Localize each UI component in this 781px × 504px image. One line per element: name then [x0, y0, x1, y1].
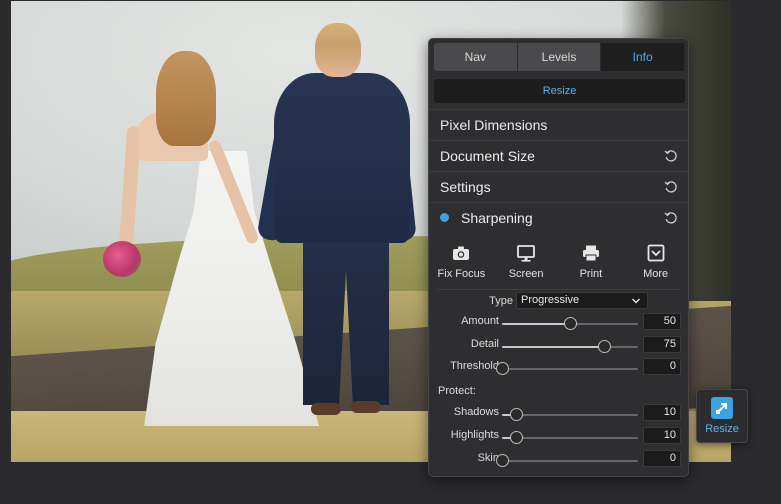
slider-row-amount: Amount 50 [429, 313, 688, 333]
slider-fill [502, 345, 604, 348]
slider-value-field[interactable]: 10 [643, 427, 681, 444]
slider-thumb[interactable] [496, 362, 509, 375]
slider-label: Threshold [450, 360, 499, 372]
type-select[interactable]: Progressive [516, 292, 648, 309]
tool-more[interactable]: More [623, 235, 688, 287]
bouquet [103, 241, 141, 277]
slider-row-detail: Detail 75 [429, 335, 688, 356]
tool-label: Print [579, 268, 603, 280]
resize-float-button[interactable]: Resize [696, 389, 748, 443]
slider-thumb[interactable] [509, 431, 523, 444]
info-panel: Nav Levels Info Resize Pixel Dimensions … [428, 38, 689, 477]
groom-jacket [274, 73, 410, 243]
reset-icon[interactable] [664, 211, 678, 225]
chevron-down-icon [632, 298, 640, 304]
slider-label: Shadows [453, 406, 499, 418]
slider-row-threshold: Threshold 0 [429, 358, 688, 378]
groom-shoe [351, 401, 381, 413]
slider-thumb[interactable] [496, 454, 509, 467]
section-label: Sharpening [461, 209, 533, 226]
bride-hair [156, 51, 216, 146]
section-pixel-dimensions[interactable]: Pixel Dimensions [429, 109, 688, 139]
slider-track[interactable] [502, 431, 638, 444]
tool-label: Fix Focus [437, 268, 486, 280]
type-label: Type [489, 295, 513, 307]
groom-shoe [311, 403, 341, 415]
tool-screen[interactable]: Screen [494, 235, 559, 287]
tab-nav[interactable]: Nav [434, 43, 518, 71]
slider-track[interactable] [496, 454, 638, 467]
slider-row-skin: Skin 0 [429, 450, 688, 470]
groom-head [315, 23, 361, 77]
reset-icon[interactable] [664, 180, 678, 194]
slider-thumb[interactable] [509, 408, 523, 421]
slider-value-field[interactable]: 0 [643, 450, 681, 467]
type-row: Type Progressive [429, 292, 688, 312]
slider-label: Amount [461, 315, 499, 327]
slider-value-field[interactable]: 50 [643, 313, 681, 330]
slider-fill [502, 323, 570, 325]
tab-levels[interactable]: Levels [517, 43, 602, 71]
tool-print[interactable]: Print [559, 235, 624, 287]
slider-track[interactable] [502, 317, 638, 330]
resize-button[interactable]: Resize [434, 79, 685, 103]
slider-track[interactable] [502, 408, 638, 421]
section-label: Pixel Dimensions [440, 116, 548, 133]
slider-row-shadows: Shadows 10 [429, 404, 688, 424]
slider-value-field[interactable]: 10 [643, 404, 681, 421]
divider [437, 289, 680, 290]
printer-icon [582, 245, 599, 262]
section-label: Document Size [440, 147, 535, 164]
tool-label: Screen [508, 268, 544, 280]
slider-thumb[interactable] [598, 339, 611, 353]
resize-icon [711, 397, 733, 419]
section-sharpening[interactable]: Sharpening [429, 202, 688, 232]
camera-icon [453, 246, 470, 260]
resize-float-label: Resize [705, 423, 739, 435]
reset-icon[interactable] [664, 149, 678, 163]
monitor-icon [517, 245, 536, 262]
slider-track[interactable] [502, 339, 638, 353]
tool-label: More [643, 268, 669, 280]
slider-label: Highlights [450, 429, 499, 441]
tab-info[interactable]: Info [601, 43, 685, 71]
type-value: Progressive [521, 294, 580, 306]
enabled-dot-icon[interactable] [440, 213, 449, 222]
slider-track[interactable] [496, 362, 638, 375]
dropdown-box-icon [647, 244, 665, 262]
tool-fix-focus[interactable]: Fix Focus [429, 235, 494, 287]
slider-value-field[interactable]: 0 [643, 358, 681, 375]
slider-row-highlights: Highlights 10 [429, 427, 688, 447]
section-label: Settings [440, 178, 491, 195]
panel-tabs: Nav Levels Info [434, 43, 685, 71]
section-settings[interactable]: Settings [429, 171, 688, 201]
slider-value-field[interactable]: 75 [643, 335, 681, 353]
sharpening-presets: Fix Focus Screen Print More [429, 235, 688, 287]
slider-label: Detail [470, 337, 499, 350]
section-document-size[interactable]: Document Size [429, 140, 688, 170]
protect-label: Protect: [438, 385, 476, 397]
slider-thumb[interactable] [564, 317, 577, 330]
